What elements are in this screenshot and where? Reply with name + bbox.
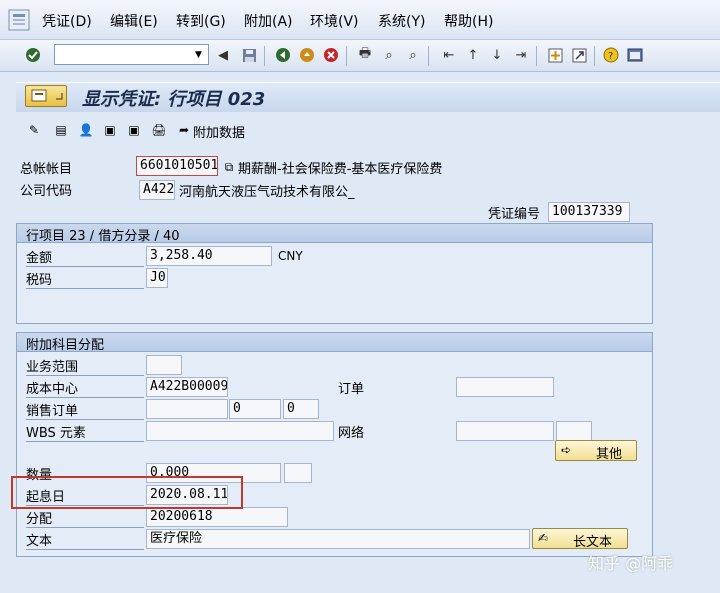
wbs-element-field[interactable]: [146, 421, 334, 441]
gl-account-field[interactable]: 6601010501: [136, 156, 218, 176]
menu-toggle-icon[interactable]: [25, 85, 67, 107]
find-next-icon[interactable]: ⌕: [404, 46, 422, 64]
order-field[interactable]: [456, 377, 554, 397]
first-page-icon[interactable]: ⇤: [440, 46, 458, 64]
create-session-icon[interactable]: [546, 46, 564, 64]
svg-text:?: ?: [608, 51, 613, 62]
print-icon[interactable]: 🖶: [356, 46, 374, 64]
extra-data-icon[interactable]: ➦: [175, 121, 193, 139]
collapse-arrow-icon[interactable]: ◀: [214, 46, 232, 64]
order-label: 订单: [338, 382, 365, 397]
gl-account-label: 总帐帐目: [20, 162, 73, 177]
previous-item-icon[interactable]: ▣: [101, 121, 119, 139]
line-item-group-header: 行项目 23 / 借方分录 / 40: [17, 224, 652, 244]
chevron-down-icon[interactable]: ▼: [191, 46, 206, 63]
highlight-box: [11, 476, 243, 509]
more-button[interactable]: ➪ 其他: [555, 440, 637, 462]
network-operation-field[interactable]: [556, 421, 592, 441]
long-text-button[interactable]: ✍ 长文本: [532, 528, 628, 550]
company-code-field[interactable]: A422: [139, 180, 175, 200]
arrow-right-icon: ➪: [561, 443, 572, 457]
long-text-button-label: 长文本: [573, 535, 613, 550]
print-item-icon[interactable]: 🖨: [150, 121, 168, 139]
amount-field[interactable]: 3,258.40: [146, 246, 272, 266]
line-item-title: 行项目 23 / 借方分录 / 40: [26, 229, 180, 244]
menu-bar: 凭证(D) 编辑(E) 转到(G) 附加(A) 环境(V) 系统(Y) 帮助(H…: [0, 0, 720, 40]
more-button-label: 其他: [596, 447, 623, 462]
back-icon[interactable]: [274, 46, 292, 64]
amount-label: 金额: [26, 247, 144, 267]
next-page-icon[interactable]: ↓: [488, 46, 506, 64]
menu-help[interactable]: 帮助(H): [444, 11, 493, 31]
find-icon[interactable]: ⌕: [380, 46, 398, 64]
extra-data-button[interactable]: 附加数据: [193, 122, 245, 141]
enter-icon[interactable]: [24, 46, 42, 64]
cost-center-label: 成本中心: [26, 378, 144, 398]
document-number-field[interactable]: 100137339: [548, 202, 630, 222]
network-field[interactable]: [456, 421, 554, 441]
document-header-icon[interactable]: ▤: [52, 121, 70, 139]
page-title: 显示凭证: 行项目 023: [82, 89, 266, 110]
menu-document[interactable]: 凭证(D): [42, 11, 92, 31]
network-label: 网络: [338, 426, 365, 441]
copy-icon[interactable]: ⧉: [220, 158, 238, 176]
menu-extras[interactable]: 附加(A): [244, 11, 293, 31]
company-code-label: 公司代码: [20, 184, 73, 199]
exit-icon[interactable]: [298, 46, 316, 64]
quantity-unit-field[interactable]: [284, 463, 312, 483]
long-text-icon: ✍: [538, 531, 549, 545]
sales-order-schedule-field[interactable]: 0: [283, 399, 319, 419]
help-icon[interactable]: ?: [602, 46, 620, 64]
account-assignment-title: 附加科目分配: [26, 338, 105, 353]
last-page-icon[interactable]: ⇥: [512, 46, 530, 64]
sales-order-item-field[interactable]: 0: [229, 399, 281, 419]
business-area-label: 业务范围: [26, 356, 144, 376]
menu-edit[interactable]: 编辑(E): [110, 11, 158, 31]
command-field[interactable]: ▼: [54, 44, 209, 65]
watermark: 知乎 @阿乖: [588, 554, 674, 573]
save-icon[interactable]: [240, 46, 258, 64]
gl-account-description: 期薪酬-社会保险费-基本医疗保险费: [238, 162, 443, 177]
user-icon[interactable]: 👤: [77, 121, 95, 139]
document-number-label: 凭证编号: [488, 207, 541, 222]
layout-icon[interactable]: [626, 46, 644, 64]
shortcut-icon[interactable]: [570, 46, 588, 64]
tax-code-label: 税码: [26, 269, 144, 289]
sap-window-icon[interactable]: [8, 9, 30, 31]
menu-system[interactable]: 系统(Y): [378, 11, 425, 31]
cancel-icon[interactable]: [322, 46, 340, 64]
sales-order-field[interactable]: [146, 399, 228, 419]
assignment-field[interactable]: 20200618: [146, 507, 288, 527]
menu-goto[interactable]: 转到(G): [176, 11, 226, 31]
text-label: 文本: [26, 530, 144, 550]
tax-code-field[interactable]: J0: [146, 268, 168, 288]
currency-text: CNY: [278, 249, 303, 263]
wbs-element-label: WBS 元素: [26, 422, 144, 442]
company-name: 河南航天液压气动技术有限公_: [179, 185, 355, 200]
account-assignment-group-header: 附加科目分配: [17, 333, 652, 353]
assignment-label: 分配: [26, 508, 144, 528]
previous-page-icon[interactable]: ↑: [464, 46, 482, 64]
menu-environment[interactable]: 环境(V): [310, 11, 359, 31]
next-item-icon[interactable]: ▣: [125, 121, 143, 139]
sales-order-label: 销售订单: [26, 400, 144, 420]
cost-center-field[interactable]: A422B00009: [146, 377, 228, 397]
edit-pencil-icon[interactable]: ✎: [25, 121, 43, 139]
text-field[interactable]: 医疗保险: [146, 529, 530, 549]
business-area-field[interactable]: [146, 355, 182, 375]
